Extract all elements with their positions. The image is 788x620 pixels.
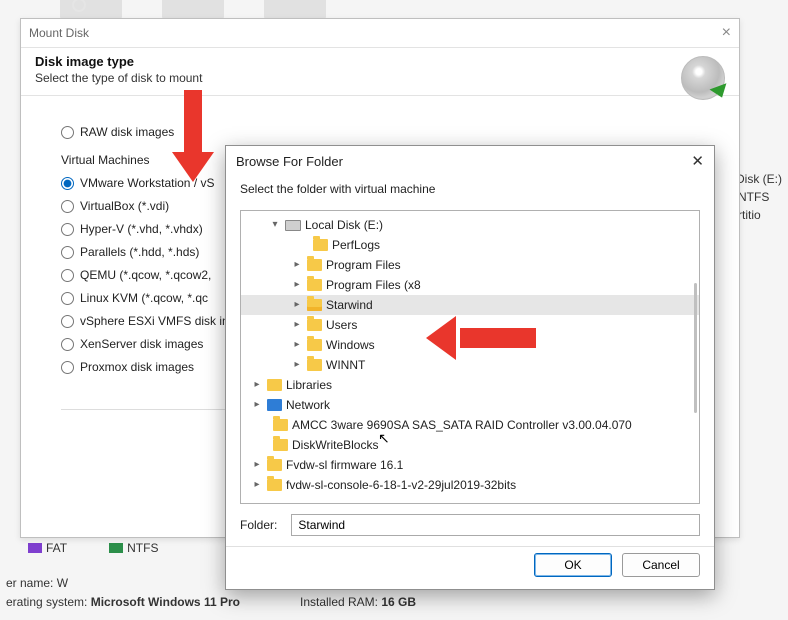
libraries-icon [267,379,282,391]
wizard-header: Disk image type Select the type of disk … [21,47,739,96]
radio-vmware-label: VMware Workstation / vS [80,176,214,190]
folder-icon [307,279,322,291]
close-icon[interactable]: × [722,24,731,42]
radio-parallels-label: Parallels (*.hdd, *.hds) [80,245,199,259]
dialog-instruction: Select the folder with virtual machine [226,176,714,206]
tree-node-diskwriteblocks[interactable]: ▸ DiskWriteBlocks [241,435,699,455]
radio-kvm-label: Linux KVM (*.qcow, *.qc [80,291,208,305]
radio-hyperv-label: Hyper-V (*.vhd, *.vhdx) [80,222,203,236]
folder-tree[interactable]: ▾ Local Disk (E:) ▸ PerfLogs ▸ Program F… [240,210,700,504]
drive-icon [285,220,301,231]
radio-proxmox-label: Proxmox disk images [80,360,194,374]
radio-raw-label: RAW disk images [80,125,174,139]
folder-open-icon [307,299,322,311]
window-title: Mount Disk [29,26,89,40]
folder-icon [313,239,328,251]
tree-node-windows[interactable]: ▸ Windows [241,335,699,355]
wizard-subheading: Select the type of disk to mount [35,71,725,85]
folder-icon [307,359,322,371]
folder-icon [307,319,322,331]
close-icon[interactable]: ✕ [691,152,704,170]
cancel-button[interactable]: Cancel [622,553,700,577]
dialog-title: Browse For Folder [236,154,343,169]
cursor-icon: ↖ [378,430,390,447]
folder-icon [307,259,322,271]
tree-node-amcc[interactable]: ▸ AMCC 3ware 9690SA SAS_SATA RAID Contro… [241,415,699,435]
tree-node-winnt[interactable]: ▸ WINNT [241,355,699,375]
tree-node-libraries[interactable]: ▸ Libraries [241,375,699,395]
folder-icon [267,459,282,471]
bg-legend: FAT NTFS [28,541,158,555]
tree-node-perflogs[interactable]: ▸ PerfLogs [241,235,699,255]
radio-xenserver-label: XenServer disk images [80,337,203,351]
tree-node-drive[interactable]: ▾ Local Disk (E:) [241,215,699,235]
tree-node-users[interactable]: ▸ Users [241,315,699,335]
network-icon [267,399,282,411]
tree-node-fvdw-firmware[interactable]: ▸ Fvdw-sl firmware 16.1 [241,455,699,475]
ok-button[interactable]: OK [534,553,612,577]
folder-icon [267,479,282,491]
tree-node-starwind[interactable]: ▸ Starwind [241,295,699,315]
bg-drive-icons [60,0,326,18]
browse-folder-dialog: Browse For Folder ✕ Select the folder wi… [225,145,715,590]
wizard-heading: Disk image type [35,54,725,69]
tree-node-network[interactable]: ▸ Network [241,395,699,415]
radio-virtualbox-label: VirtualBox (*.vdi) [80,199,169,213]
folder-field-label: Folder: [240,518,277,532]
radio-raw[interactable]: RAW disk images [61,125,699,139]
folder-icon [273,439,288,451]
tree-node-program-files-x86[interactable]: ▸ Program Files (x8 [241,275,699,295]
tree-node-fvdw-console[interactable]: ▸ fvdw-sl-console-6-18-1-v2-29jul2019-32… [241,475,699,495]
folder-icon [307,339,322,351]
scrollbar[interactable] [694,283,697,413]
radio-qemu-label: QEMU (*.qcow, *.qcow2, [80,268,211,282]
folder-field[interactable] [291,514,700,536]
folder-icon [273,419,288,431]
tree-node-program-files[interactable]: ▸ Program Files [241,255,699,275]
radio-esxi-label: vSphere ESXi VMFS disk in [80,314,229,328]
